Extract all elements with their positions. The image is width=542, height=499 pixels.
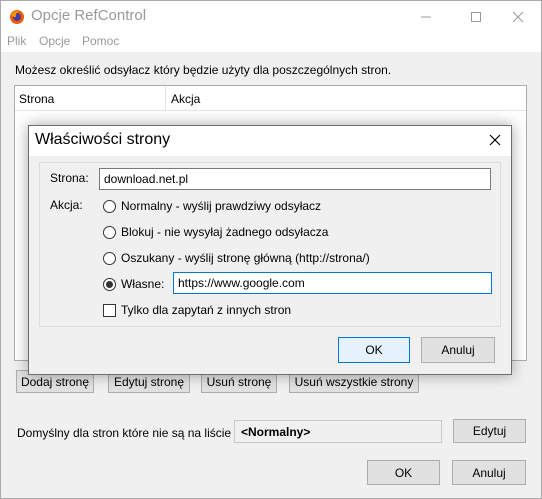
custom-referrer-input[interactable]: https://www.google.com — [173, 272, 492, 294]
close-icon[interactable] — [495, 1, 541, 32]
default-value: <Normalny> — [234, 420, 442, 443]
menu-opcje[interactable]: Opcje — [39, 34, 70, 48]
description: Możesz określić odsyłacz który będzie uż… — [15, 63, 392, 77]
column-site[interactable]: Strona — [19, 92, 54, 106]
edit-default-button[interactable]: Edytuj — [453, 419, 526, 443]
radio-block[interactable] — [103, 226, 116, 239]
radio-custom[interactable] — [103, 278, 116, 291]
firefox-icon — [9, 9, 25, 25]
column-action[interactable]: Akcja — [171, 92, 200, 106]
dialog-cancel-button[interactable]: Anuluj — [421, 337, 495, 363]
dialog-title: Właściwości strony — [35, 131, 171, 148]
third-party-label[interactable]: Tylko dla zapytań z innych stron — [121, 303, 291, 317]
ok-button[interactable]: OK — [367, 460, 440, 485]
third-party-checkbox[interactable] — [103, 304, 116, 317]
column-separator[interactable] — [165, 86, 166, 111]
radio-normal[interactable] — [103, 200, 116, 213]
window-title: Opcje RefControl — [31, 7, 147, 24]
option-forge-label[interactable]: Oszukany - wyślij stronę główną (http://… — [121, 251, 370, 265]
properties-group: Strona: download.net.pl Akcja: Normalny … — [39, 162, 501, 327]
cancel-button[interactable]: Anuluj — [452, 460, 526, 485]
option-block-label[interactable]: Blokuj - nie wysyłaj żadnego odsyłacza — [121, 225, 328, 239]
dialog-titlebar: Właściwości strony — [29, 126, 511, 156]
action-label: Akcja: — [50, 198, 83, 212]
dialog-close-icon[interactable] — [485, 130, 505, 150]
dialog-ok-button[interactable]: OK — [338, 337, 410, 363]
menu-plik[interactable]: Plik — [7, 34, 26, 48]
list-header: Strona Akcja — [15, 86, 526, 111]
option-normal-label[interactable]: Normalny - wyślij prawdziwy odsyłacz — [121, 199, 321, 213]
default-label: Domyślny dla stron które nie są na liści… — [17, 426, 232, 440]
maximize-icon[interactable] — [453, 1, 499, 32]
menu-pomoc[interactable]: Pomoc — [82, 34, 119, 48]
titlebar: Opcje RefControl — [1, 1, 541, 32]
minimize-icon[interactable] — [403, 1, 449, 32]
site-input[interactable]: download.net.pl — [99, 168, 491, 190]
option-custom-label[interactable]: Własne: — [121, 277, 164, 291]
radio-forge[interactable] — [103, 252, 116, 265]
site-properties-dialog: Właściwości strony Strona: download.net.… — [28, 125, 512, 375]
menubar: Plik Opcje Pomoc — [1, 32, 541, 52]
site-label: Strona: — [50, 171, 89, 185]
